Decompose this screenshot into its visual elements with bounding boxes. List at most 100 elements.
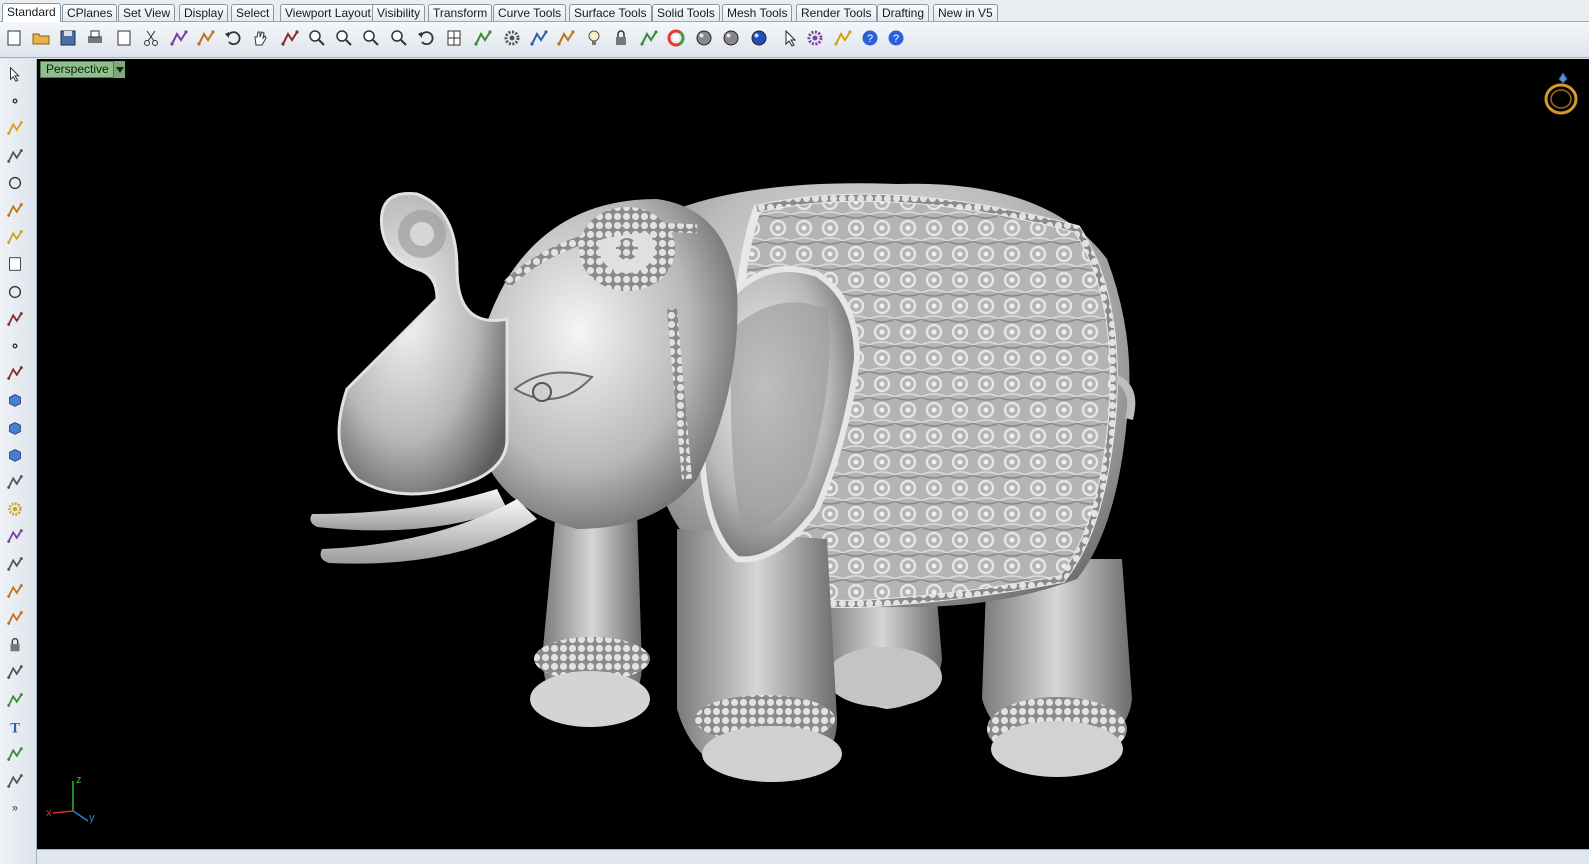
fillet-curve-button[interactable] xyxy=(4,308,26,330)
box-solid-button[interactable] xyxy=(4,389,26,411)
status-bar xyxy=(37,849,1589,864)
zoom-button[interactable] xyxy=(305,25,329,51)
copy-icon xyxy=(170,30,188,46)
offset-icon xyxy=(7,692,23,707)
tab-transform[interactable]: Transform xyxy=(428,4,493,21)
elephant-3d-model[interactable] xyxy=(37,59,1589,849)
transform-gear-button[interactable] xyxy=(4,498,26,520)
select-arrow-button[interactable] xyxy=(4,63,26,85)
scale-button[interactable] xyxy=(4,743,26,765)
polygon-button[interactable] xyxy=(4,226,26,248)
tab-new-in-v5[interactable]: New in V5 xyxy=(933,4,998,21)
extrude-surface-icon xyxy=(7,366,23,381)
align-button[interactable] xyxy=(4,580,26,602)
copy-button[interactable] xyxy=(167,25,191,51)
snap-icon xyxy=(557,30,575,46)
help-button[interactable]: ? xyxy=(858,25,882,51)
cut-button[interactable] xyxy=(139,25,163,51)
new-file-button[interactable] xyxy=(2,25,26,51)
surface-from-points-button[interactable] xyxy=(4,335,26,357)
svg-text:?: ? xyxy=(867,33,873,45)
undo-view-button[interactable] xyxy=(414,25,438,51)
tab-solid-tools[interactable]: Solid Tools xyxy=(652,4,720,21)
boolean-union-button[interactable] xyxy=(4,417,26,439)
tab-viewport-layout[interactable]: Viewport Layout xyxy=(280,4,376,21)
lock-button[interactable] xyxy=(609,25,633,51)
offset-button[interactable] xyxy=(4,689,26,711)
tab-select[interactable]: Select xyxy=(231,4,275,21)
curve-from-object-button[interactable] xyxy=(4,661,26,683)
curve-icon xyxy=(7,148,23,163)
zoom-selected-button[interactable] xyxy=(387,25,411,51)
four-viewports-button[interactable] xyxy=(442,25,466,51)
layer-button[interactable] xyxy=(637,25,661,51)
circle-button[interactable] xyxy=(4,172,26,194)
curve-button[interactable] xyxy=(4,145,26,167)
zoom-extents-button[interactable] xyxy=(359,25,383,51)
rectangle-button[interactable] xyxy=(4,253,26,275)
axis-z-label: z xyxy=(76,774,82,786)
tool-help-button[interactable]: ? xyxy=(884,25,908,51)
pan-hand-button[interactable] xyxy=(248,25,272,51)
circle-from-center-button[interactable] xyxy=(4,281,26,303)
zoom-window-button[interactable] xyxy=(332,25,356,51)
polygon-icon xyxy=(7,230,23,245)
more-chevron-button[interactable]: » xyxy=(4,797,26,819)
tab-surface-tools[interactable]: Surface Tools xyxy=(569,4,652,21)
tab-cplanes[interactable]: CPlanes xyxy=(62,4,118,21)
shaded-sphere-button[interactable] xyxy=(692,25,716,51)
tab-display[interactable]: Display xyxy=(179,4,229,21)
block-button[interactable] xyxy=(4,634,26,656)
open-folder-button[interactable] xyxy=(29,25,53,51)
cylinder-button[interactable] xyxy=(4,444,26,466)
more-chevron-icon: » xyxy=(12,803,18,815)
select-filter-button[interactable] xyxy=(779,25,803,51)
undo-button[interactable] xyxy=(221,25,245,51)
plane-surface-button[interactable] xyxy=(4,471,26,493)
dimension-tool-button[interactable] xyxy=(4,553,26,575)
ring-icon[interactable] xyxy=(1541,69,1581,121)
ellipse-button[interactable] xyxy=(4,199,26,221)
polyline-button[interactable] xyxy=(4,117,26,139)
rendered-sphere-button[interactable] xyxy=(719,25,743,51)
tab-drafting[interactable]: Drafting xyxy=(877,4,930,21)
plane-surface-icon xyxy=(7,475,23,489)
render-blue-sphere-icon xyxy=(751,30,767,46)
tab-visibility[interactable]: Visibility xyxy=(372,4,426,21)
tab-set-view[interactable]: Set View xyxy=(118,4,176,21)
extrude-surface-button[interactable] xyxy=(4,362,26,384)
tab-mesh-tools[interactable]: Mesh Tools xyxy=(722,4,793,21)
render-blue-sphere-button[interactable] xyxy=(747,25,771,51)
paste-button[interactable] xyxy=(194,25,218,51)
zoom-selected-icon xyxy=(391,30,407,46)
front-left-leg xyxy=(677,529,842,782)
snap-button[interactable] xyxy=(554,25,578,51)
analyze-button[interactable] xyxy=(4,525,26,547)
cplane-icon xyxy=(530,30,548,46)
toolbar-tab-strip: Standard CPlanes Set View Display Select View… xyxy=(0,0,1589,22)
tab-curve-tools[interactable]: Curve Tools xyxy=(493,4,567,21)
text-button[interactable]: T xyxy=(4,716,26,738)
point-icon xyxy=(12,98,18,104)
group-button[interactable] xyxy=(4,607,26,629)
viewport-menu-dropdown[interactable] xyxy=(113,61,125,78)
settings-gear-button[interactable] xyxy=(803,25,827,51)
car-button[interactable] xyxy=(471,25,495,51)
perspective-viewport[interactable]: Perspective z x y xyxy=(37,59,1589,849)
cplane-button[interactable] xyxy=(527,25,551,51)
main-left-toolbar: T» xyxy=(0,59,37,864)
tab-standard[interactable]: Standard xyxy=(2,3,61,22)
print-button[interactable] xyxy=(83,25,107,51)
color-wheel-button[interactable] xyxy=(664,25,688,51)
dimension-button[interactable] xyxy=(831,25,855,51)
array-button[interactable] xyxy=(4,770,26,792)
save-button[interactable] xyxy=(56,25,80,51)
block-icon xyxy=(10,638,20,652)
point-button[interactable] xyxy=(4,90,26,112)
import-button[interactable] xyxy=(112,25,136,51)
rotate-view-button[interactable] xyxy=(278,25,302,51)
options-icon xyxy=(504,30,520,46)
light-bulb-button[interactable] xyxy=(582,25,606,51)
options-button[interactable] xyxy=(500,25,524,51)
tab-render-tools[interactable]: Render Tools xyxy=(796,4,877,21)
